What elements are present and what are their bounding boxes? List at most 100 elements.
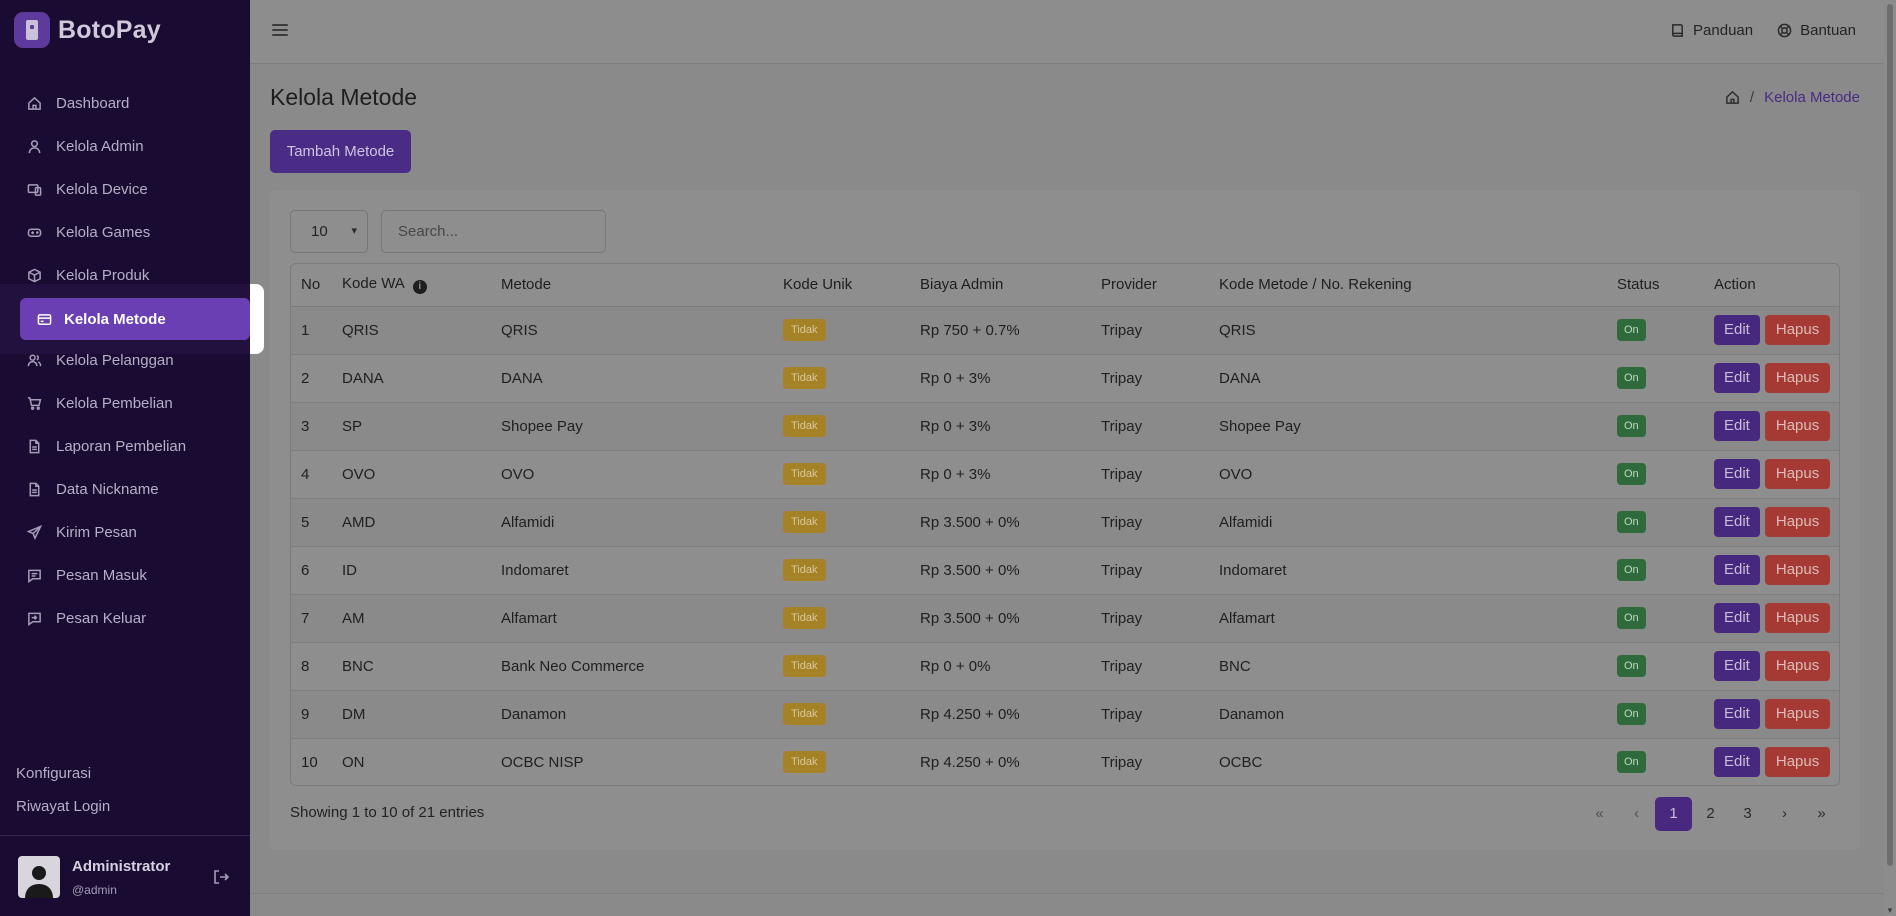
page-title: Kelola Metode [270,84,418,110]
table-header-row: No Kode WA i Metode Kode Unik Biaya Admin… [291,264,1839,307]
delete-button[interactable]: Hapus [1764,507,1831,537]
col-header-kode-metode[interactable]: Kode Metode / No. Rekening [1209,264,1607,307]
cell-no: 9 [291,690,332,739]
avatar [18,856,60,898]
info-icon[interactable]: i [412,280,427,295]
konfigurasi-link[interactable]: Konfigurasi [16,763,110,796]
edit-button[interactable]: Edit [1714,699,1760,729]
user-profile[interactable]: Administrator @admin [18,856,170,898]
pagination-last[interactable]: » [1803,797,1840,831]
sidebar-item-kelola-pembelian[interactable]: Kelola Pembelian [0,382,250,425]
home-icon [26,96,42,112]
edit-button[interactable]: Edit [1714,651,1760,681]
cell-metode: Alfamidi [491,498,773,547]
edit-button[interactable]: Edit [1714,603,1760,633]
table-row: 4 OVO OVO Tidak Rp 0 + 3% Tripay OVO On … [291,450,1839,499]
edit-button[interactable]: Edit [1714,363,1760,393]
kode-unik-badge: Tidak [783,511,826,533]
delete-button[interactable]: Hapus [1764,363,1831,393]
cell-no: 2 [291,354,332,403]
col-header-metode[interactable]: Metode [491,264,773,307]
col-header-kode-wa[interactable]: Kode WA i [332,264,491,307]
page-length-select[interactable]: 10 ▾ [290,210,368,253]
delete-button[interactable]: Hapus [1764,747,1831,778]
sidebar-nav: Dashboard Kelola Admin Kelola Device Kel… [0,82,250,640]
cell-no: 4 [291,450,332,499]
cell-biaya-admin: Rp 4.250 + 0% [910,690,1091,739]
page-scrollbar[interactable]: ▾ [1884,0,1896,916]
gamepad-icon [26,225,42,241]
document-icon [26,439,42,455]
table-body: 1 QRIS QRIS Tidak Rp 750 + 0.7% Tripay Q… [291,306,1839,785]
delete-button[interactable]: Hapus [1764,315,1831,345]
col-header-kode-unik[interactable]: Kode Unik [773,264,910,307]
sidebar-item-laporan-pembelian[interactable]: Laporan Pembelian [0,425,250,468]
delete-button[interactable]: Hapus [1764,699,1831,729]
edit-button[interactable]: Edit [1714,411,1760,441]
cell-kode-unik: Tidak [773,690,910,739]
edit-button[interactable]: Edit [1714,315,1760,345]
cell-no: 3 [291,402,332,451]
kode-unik-badge: Tidak [783,319,826,341]
edit-button[interactable]: Edit [1714,507,1760,537]
search-input[interactable] [381,210,606,253]
brand-logo-icon [14,12,50,48]
brand[interactable]: BotoPay [14,12,161,48]
cell-biaya-admin: Rp 3.500 + 0% [910,594,1091,643]
pagination-prev[interactable]: ‹ [1618,797,1655,831]
page-length-value: 10 [311,223,328,240]
cell-action: Edit Hapus [1704,306,1839,355]
cell-biaya-admin: Rp 4.250 + 0% [920,753,1020,771]
cell-no: 6 [291,546,332,595]
scrollbar-thumb[interactable] [1887,4,1893,866]
sidebar-item-pesan-masuk[interactable]: Pesan Masuk [0,554,250,597]
sidebar-item-label: Pesan Masuk [56,567,147,584]
sidebar-item-label: Data Nickname [56,481,159,498]
sidebar-item-dashboard[interactable]: Dashboard [0,82,250,125]
pagination-first[interactable]: « [1581,797,1618,831]
edit-button[interactable]: Edit [1714,459,1760,489]
col-header-provider[interactable]: Provider [1091,264,1209,307]
cell-biaya-admin: Rp 3.500 + 0% [910,546,1091,595]
edit-button[interactable]: Edit [1714,555,1760,585]
col-header-status[interactable]: Status [1607,264,1704,307]
table-row: 10 ON OCBC NISP Tidak Rp 4.250 + 0% Trip… [291,738,1839,785]
sidebar-item-data-nickname[interactable]: Data Nickname [0,468,250,511]
cell-kode-unik: Tidak [773,642,910,691]
sidebar-item-kirim-pesan[interactable]: Kirim Pesan [0,511,250,554]
pagination-page-1[interactable]: 1 [1655,797,1692,831]
delete-button[interactable]: Hapus [1764,411,1831,441]
sidebar-item-kelola-games[interactable]: Kelola Games [0,211,250,254]
cell-provider: Tripay [1091,354,1209,403]
sidebar-item-pesan-keluar[interactable]: Pesan Keluar [0,597,250,640]
riwayat-login-link[interactable]: Riwayat Login [16,796,110,829]
cell-kode-unik: Tidak [773,402,910,451]
panduan-link[interactable]: Panduan [1670,22,1753,39]
delete-button[interactable]: Hapus [1764,555,1831,585]
col-header-no[interactable]: No [291,264,332,307]
sidebar-item-label: Kelola Admin [56,138,144,155]
bantuan-link[interactable]: Bantuan [1777,22,1856,39]
delete-button[interactable]: Hapus [1764,603,1831,633]
add-method-button[interactable]: Tambah Metode [270,130,411,173]
pagination-page-2[interactable]: 2 [1692,797,1729,831]
pagination-page-3[interactable]: 3 [1729,797,1766,831]
sidebar-item-kelola-device[interactable]: Kelola Device [0,168,250,211]
scroll-down-arrow-icon[interactable]: ▾ [1886,906,1894,915]
sidebar-item-kelola-admin[interactable]: Kelola Admin [0,125,250,168]
status-badge: On [1617,655,1646,677]
delete-button[interactable]: Hapus [1764,651,1831,681]
sidebar-item-kelola-metode-overlay[interactable]: Kelola Metode [20,298,250,340]
delete-button[interactable]: Hapus [1764,459,1831,489]
menu-toggle-icon[interactable] [272,24,288,38]
col-header-label: Kode WA [342,275,405,293]
sidebar-item-label: Kelola Device [56,181,148,198]
cell-status: On [1607,690,1704,739]
cell-rekening: OCBC [1219,753,1263,771]
col-header-biaya-admin[interactable]: Biaya Admin [910,264,1091,307]
pagination-next[interactable]: › [1766,797,1803,831]
logout-icon[interactable] [212,868,230,886]
table-row: 2 DANA DANA Tidak Rp 0 + 3% Tripay DANA … [291,354,1839,403]
edit-button[interactable]: Edit [1714,747,1760,778]
home-icon[interactable] [1725,90,1740,105]
